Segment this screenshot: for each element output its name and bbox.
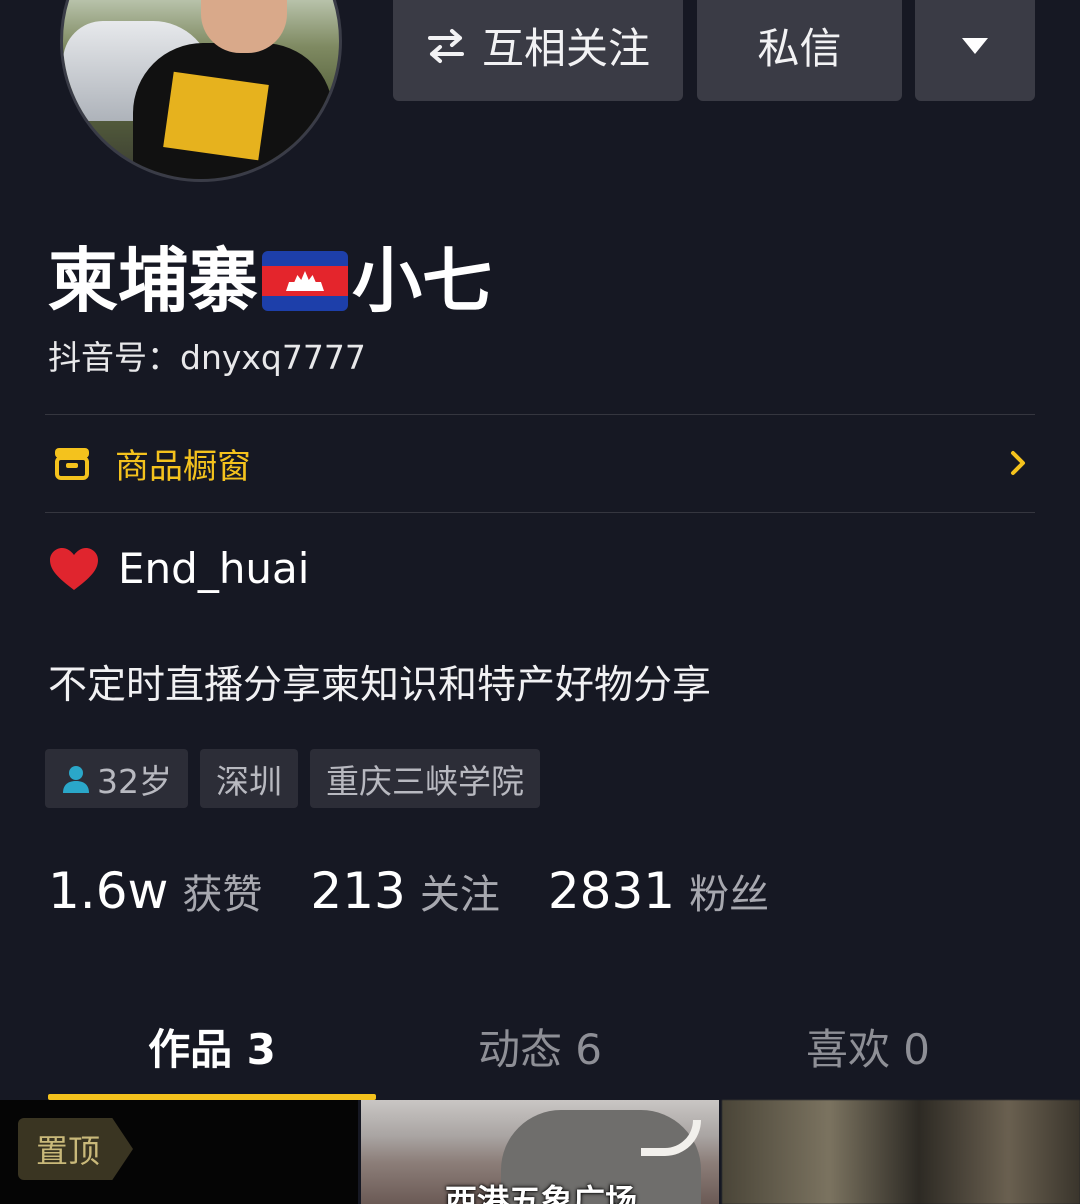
person-icon bbox=[61, 764, 91, 794]
mutual-follow-label: 互相关注 bbox=[481, 24, 650, 73]
divider bbox=[45, 512, 1035, 513]
location-tag-label: 深圳 bbox=[216, 761, 282, 801]
location-tag: 深圳 bbox=[200, 749, 298, 808]
video-grid: 置顶 西港五象广场 bbox=[0, 1100, 1080, 1204]
followers-label[interactable]: 粉丝 bbox=[689, 862, 769, 920]
shop-window-label: 商品橱窗 bbox=[115, 447, 251, 487]
swap-icon bbox=[426, 28, 466, 64]
mutual-follow-button[interactable]: 互相关注 bbox=[393, 0, 683, 101]
profile-name: 柬埔寨 小七 bbox=[48, 238, 492, 324]
message-button[interactable]: 私信 bbox=[697, 0, 902, 101]
signature-text: End_huai bbox=[118, 544, 310, 593]
shop-window-row[interactable]: 商品橱窗 bbox=[45, 415, 1035, 512]
name-text-part2: 小七 bbox=[352, 240, 492, 322]
video-thumbnail[interactable] bbox=[722, 1100, 1080, 1204]
video-thumbnail[interactable]: 西港五象广场 bbox=[361, 1100, 719, 1204]
douyin-id[interactable]: 抖音号：dnyxq7777 bbox=[48, 338, 366, 378]
age-tag-label: 32岁 bbox=[97, 761, 172, 801]
school-tag: 重庆三峡学院 bbox=[310, 749, 540, 808]
age-tag: 32岁 bbox=[45, 749, 188, 808]
message-label: 私信 bbox=[757, 24, 842, 73]
tab-likes[interactable]: 喜欢 0 bbox=[704, 1010, 1032, 1090]
signature: End_huai bbox=[48, 542, 309, 596]
profile-tags: 32岁 深圳 重庆三峡学院 bbox=[45, 749, 540, 808]
following-count[interactable]: 213 bbox=[310, 862, 405, 920]
chevron-down-icon bbox=[962, 37, 988, 54]
chevron-right-icon bbox=[1009, 449, 1027, 481]
followers-count[interactable]: 2831 bbox=[548, 862, 675, 920]
likes-count: 1.6w bbox=[48, 862, 169, 920]
cambodia-flag-icon bbox=[262, 251, 348, 311]
avatar[interactable] bbox=[60, 0, 342, 182]
name-text-part1: 柬埔寨 bbox=[48, 240, 258, 322]
profile-tabs: 作品 3 动态 6 喜欢 0 bbox=[0, 1000, 1080, 1100]
following-label[interactable]: 关注 bbox=[420, 862, 500, 920]
heart-icon bbox=[48, 546, 100, 592]
pinned-badge: 置顶 bbox=[18, 1118, 133, 1180]
shop-icon bbox=[53, 444, 91, 484]
more-options-button[interactable] bbox=[915, 0, 1035, 101]
profile-page: 互相关注 私信 柬埔寨 小七 抖音号：dnyxq7777 商品橱窗 End_hu… bbox=[0, 0, 1080, 1204]
profile-stats: 1.6w 获赞 213 关注 2831 粉丝 bbox=[48, 862, 817, 920]
video-caption: 西港五象广场 bbox=[445, 1182, 638, 1204]
tab-works[interactable]: 作品 3 bbox=[48, 1010, 376, 1090]
school-tag-label: 重庆三峡学院 bbox=[326, 761, 524, 801]
tab-dynamics[interactable]: 动态 6 bbox=[376, 1010, 704, 1090]
video-thumbnail[interactable]: 置顶 bbox=[0, 1100, 358, 1204]
bio-text: 不定时直播分享柬知识和特产好物分享 bbox=[48, 663, 712, 708]
likes-label: 获赞 bbox=[182, 872, 263, 918]
